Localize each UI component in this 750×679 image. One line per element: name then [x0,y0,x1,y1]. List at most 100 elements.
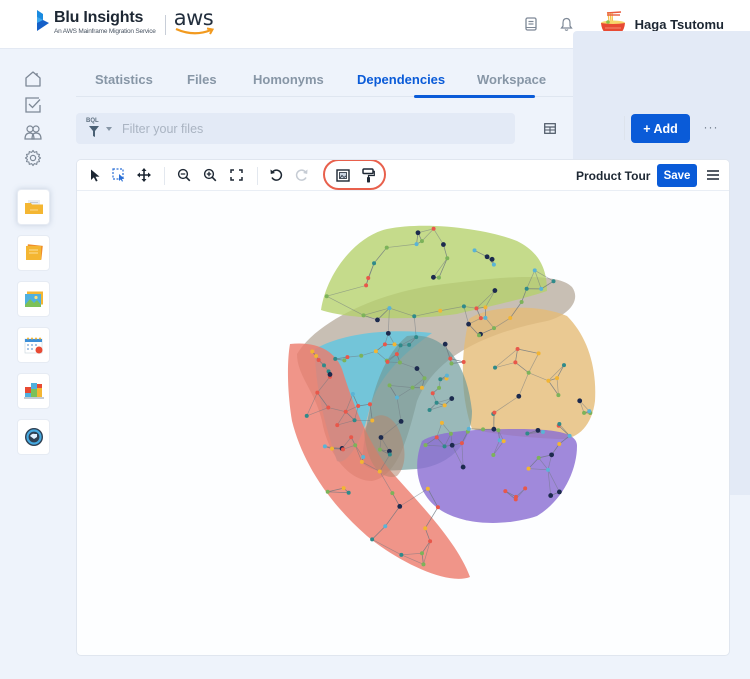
more-options-button[interactable]: ··· [701,120,721,136]
graph-node[interactable] [326,405,331,410]
app-logo[interactable]: Blu Insights An AWS Mainframe Migration … [36,7,218,37]
users-icon[interactable] [24,123,42,141]
graph-node[interactable] [492,326,497,331]
graph-node[interactable] [377,447,382,452]
graph-node[interactable] [483,315,488,320]
graph-node[interactable] [419,239,424,244]
graph-node[interactable] [330,446,335,451]
graph-node[interactable] [345,355,350,360]
graph-node[interactable] [438,377,443,382]
box-select-icon[interactable] [111,167,127,183]
graph-node[interactable] [359,459,364,464]
folder-app[interactable] [17,189,50,225]
graph-node[interactable] [310,349,315,354]
checklist-icon[interactable] [24,96,42,114]
graph-node[interactable] [430,391,435,396]
graph-node[interactable] [556,393,561,398]
graph-node[interactable] [414,242,419,247]
graph-node[interactable] [489,256,495,262]
graph-node[interactable] [442,341,448,347]
graph-node[interactable] [492,288,498,293]
graph-node[interactable] [419,551,424,556]
graph-node[interactable] [491,262,496,267]
graph-node[interactable] [378,435,384,440]
graph-node[interactable] [587,409,592,414]
graph-node[interactable] [414,335,419,340]
graph-node[interactable] [382,342,387,347]
graph-node[interactable] [385,359,390,364]
graph-node[interactable] [459,441,464,446]
save-button[interactable]: Save [657,164,697,187]
graph-node[interactable] [314,353,319,358]
graph-node[interactable] [449,361,454,366]
graph-node[interactable] [350,391,355,396]
graph-node[interactable] [461,304,466,309]
graph-node[interactable] [441,242,446,247]
graph-node[interactable] [444,373,449,378]
graph-node[interactable] [549,452,555,458]
graph-node[interactable] [503,489,508,494]
graph-node[interactable] [333,356,338,361]
graph-node[interactable] [325,489,330,494]
graph-node[interactable] [477,333,482,338]
graph-node[interactable] [412,314,417,319]
graph-node[interactable] [557,421,562,426]
graph-node[interactable] [356,403,361,408]
graph-node[interactable] [525,431,530,436]
home-icon[interactable] [24,70,42,88]
graph-node[interactable] [423,443,428,448]
graph-node[interactable] [434,435,439,440]
graph-node[interactable] [557,441,562,446]
graph-node[interactable] [419,385,424,390]
graph-node[interactable] [324,294,329,299]
graph-node[interactable] [535,427,541,433]
graph-node[interactable] [445,256,450,261]
tab-homonyms[interactable]: Homonyms [253,72,324,87]
graph-node[interactable] [327,372,333,377]
gear-icon[interactable] [24,149,42,167]
graph-node[interactable] [492,410,497,415]
bql-filter-button[interactable]: BQL [86,117,102,141]
graph-node[interactable] [519,300,524,305]
graph-node[interactable] [322,444,327,449]
graph-node[interactable] [375,317,380,323]
zoom-in-icon[interactable] [202,167,218,183]
graph-node[interactable] [392,342,397,347]
graph-node[interactable] [439,420,444,425]
graph-node[interactable] [449,442,455,448]
table-view-button[interactable] [528,113,571,144]
dependency-graph-canvas[interactable] [77,191,729,655]
graph-node[interactable] [341,486,346,491]
graph-node[interactable] [304,413,309,418]
undo-icon[interactable] [268,167,284,183]
graph-node[interactable] [335,423,340,428]
graph-node[interactable] [373,349,378,354]
graph-node[interactable] [398,418,404,424]
graph-node[interactable] [526,466,531,471]
graph-node[interactable] [407,342,412,347]
graph-node[interactable] [513,360,518,365]
graph-node[interactable] [322,363,327,368]
graph-node[interactable] [394,395,399,400]
graph-node[interactable] [546,378,551,383]
graph-node[interactable] [532,268,537,273]
zoom-out-icon[interactable] [176,167,192,183]
bell-icon[interactable] [559,16,575,32]
graph-node[interactable] [491,452,496,457]
graph-node[interactable] [397,503,403,509]
hamburger-menu-icon[interactable] [706,168,720,182]
graph-node[interactable] [422,376,427,381]
graph-node[interactable] [540,430,545,435]
graph-node[interactable] [436,275,441,280]
graph-node[interactable] [385,330,391,336]
graph-node[interactable] [516,393,522,399]
graph-node[interactable] [394,352,399,357]
graph-node[interactable] [352,418,357,423]
graph-node[interactable] [481,427,486,432]
graph-node[interactable] [315,390,320,395]
graph-node[interactable] [466,321,471,327]
graph-node[interactable] [434,400,439,405]
graph-node[interactable] [370,418,375,423]
tab-dependencies[interactable]: Dependencies [357,72,445,87]
graph-node[interactable] [410,385,415,390]
